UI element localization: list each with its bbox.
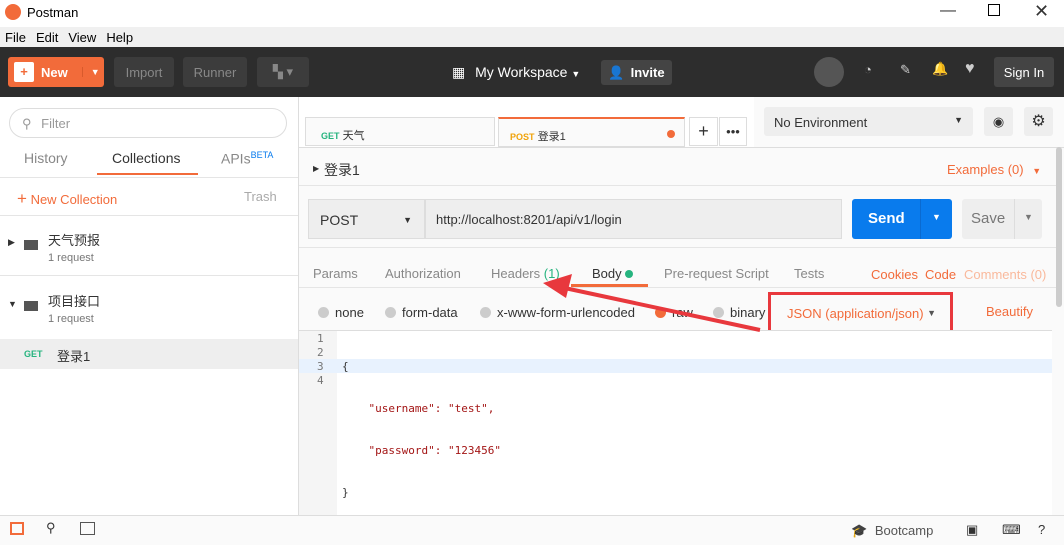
two-pane-icon[interactable]: ▣ bbox=[966, 522, 978, 538]
help-icon[interactable]: ? bbox=[1038, 522, 1045, 537]
sidebar-toggle-icon[interactable] bbox=[10, 522, 24, 535]
bootcamp-button[interactable]: 🎓 Bootcamp bbox=[851, 523, 933, 539]
find-icon[interactable]: ⚲ bbox=[46, 520, 56, 536]
keyboard-icon[interactable]: ⌨ bbox=[1002, 522, 1021, 538]
console-icon[interactable] bbox=[80, 522, 95, 535]
status-bar: ⚲ 🎓 Bootcamp ▣ ⌨ ? bbox=[0, 515, 1064, 545]
annotation-arrow bbox=[543, 274, 761, 332]
graduation-cap-icon: 🎓 bbox=[851, 523, 868, 538]
